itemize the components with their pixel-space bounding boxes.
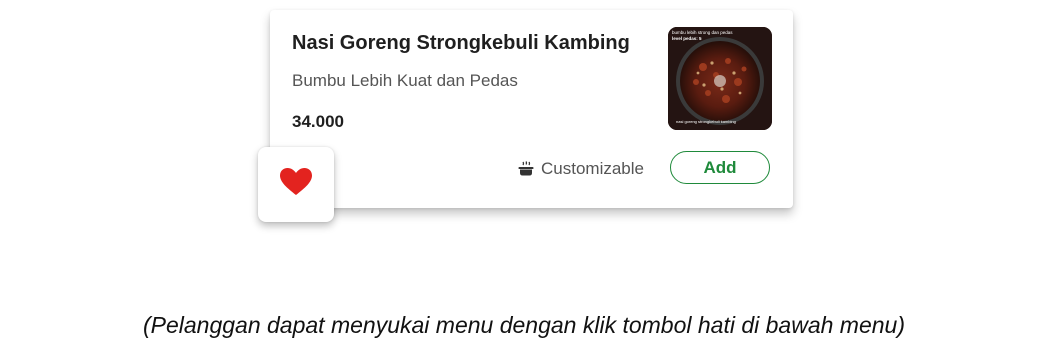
- menu-item-card[interactable]: Nasi Goreng Strongkebuli Kambing Bumbu L…: [270, 10, 793, 208]
- image-overlay-text-2: level pedas: 5: [672, 36, 702, 41]
- image-overlay-bottom-text: nasi goreng strongkebuli kambing: [676, 119, 736, 124]
- customizable-text: Customizable: [541, 159, 644, 178]
- add-button[interactable]: Add: [670, 151, 770, 184]
- caption-text: (Pelanggan dapat menyukai menu dengan kl…: [142, 312, 906, 338]
- image-overlay-text: bumbu lebih strong dan pedas: [672, 30, 733, 35]
- fried-rice-photo: bumbu lebih strong dan pedas level pedas…: [668, 27, 772, 130]
- cooking-pot-icon: [517, 160, 535, 178]
- item-price: 34.000: [292, 112, 344, 131]
- customizable-label: Customizable: [517, 159, 644, 179]
- item-name: Nasi Goreng Strongkebuli Kambing: [292, 32, 630, 54]
- item-description: Bumbu Lebih Kuat dan Pedas: [292, 71, 518, 90]
- favorite-button[interactable]: [258, 147, 334, 222]
- food-image[interactable]: bumbu lebih strong dan pedas level pedas…: [668, 27, 772, 130]
- heart-icon: [279, 167, 313, 202]
